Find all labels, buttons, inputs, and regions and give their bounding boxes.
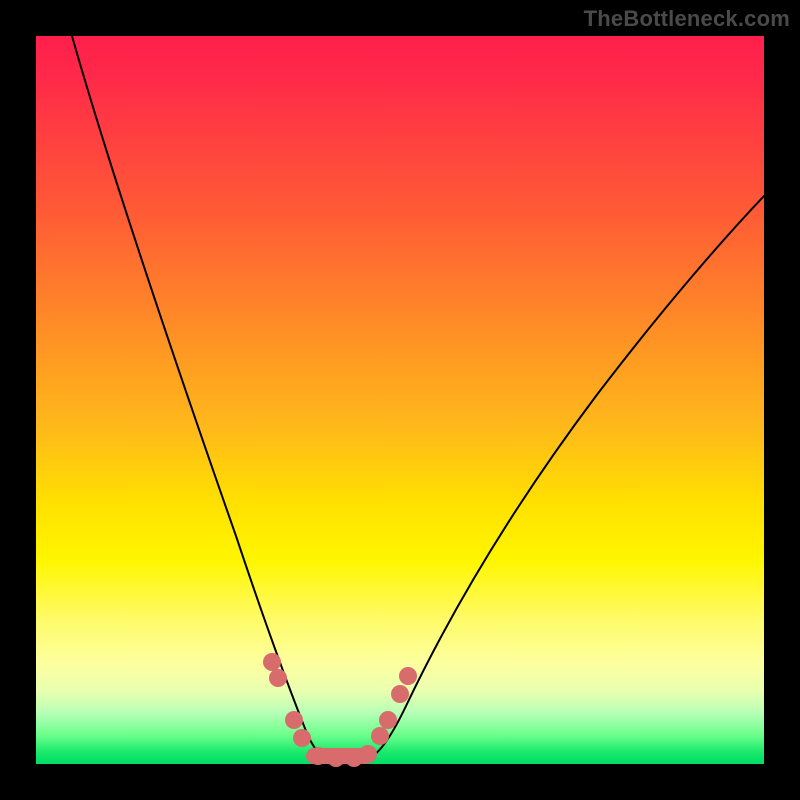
marker-dot xyxy=(359,745,377,763)
marker-dot xyxy=(269,669,287,687)
curve-path xyxy=(72,36,764,763)
marker-dot xyxy=(371,727,389,745)
marker-dot xyxy=(293,729,311,747)
plot-area xyxy=(36,36,764,764)
marker-dot xyxy=(327,749,345,767)
marker-dot xyxy=(263,653,281,671)
marker-dot xyxy=(391,685,409,703)
marker-dot xyxy=(285,711,303,729)
marker-dot xyxy=(309,747,327,765)
watermark-text: TheBottleneck.com xyxy=(584,6,790,32)
marker-dot xyxy=(399,667,417,685)
outer-black-frame: TheBottleneck.com xyxy=(0,0,800,800)
bottleneck-curve xyxy=(36,36,764,764)
marker-dot xyxy=(379,711,397,729)
